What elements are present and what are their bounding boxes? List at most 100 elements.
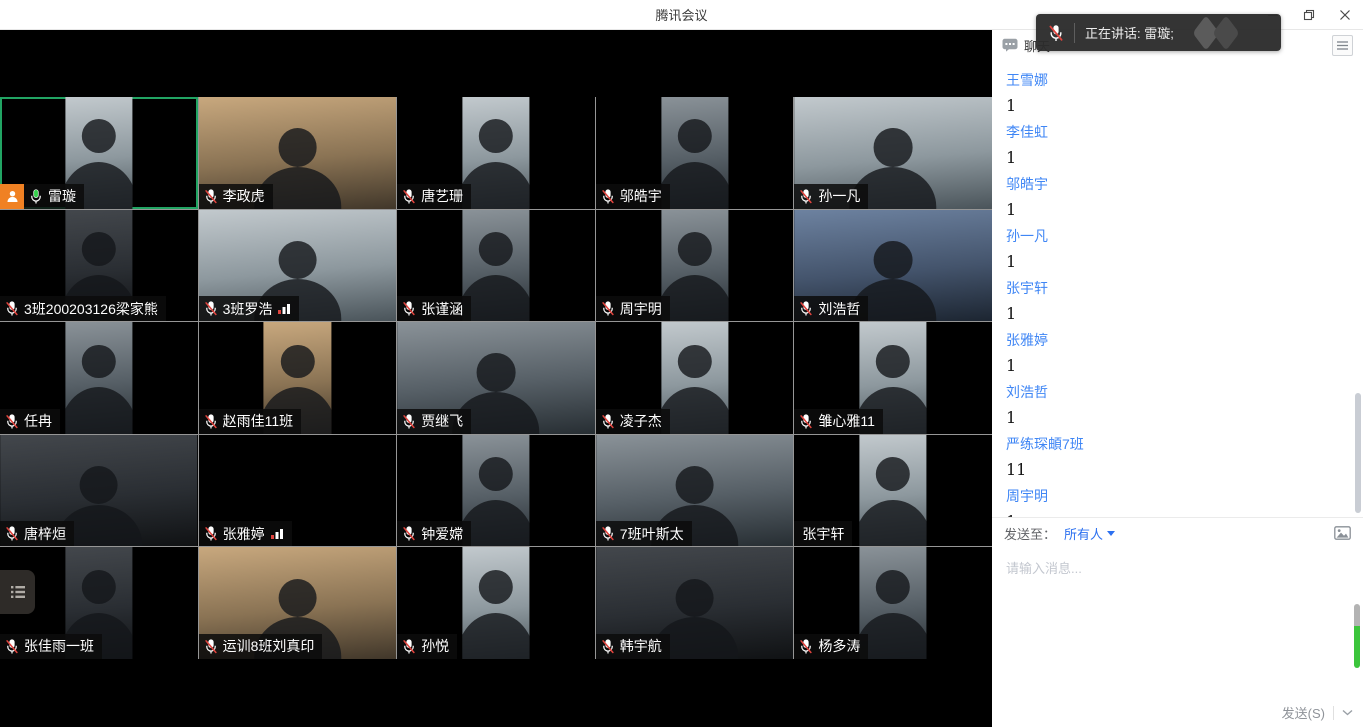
participant-video bbox=[661, 97, 728, 209]
mic-muted-icon bbox=[402, 413, 416, 430]
chat-message-sender: 王雪娜 bbox=[1006, 73, 1349, 87]
mic-muted-icon bbox=[402, 188, 416, 205]
participant-video bbox=[661, 322, 728, 434]
video-tile[interactable]: 雏心雅11 bbox=[794, 322, 992, 434]
participant-name: 运训8班刘真印 bbox=[223, 636, 315, 656]
restore-icon bbox=[1303, 9, 1315, 21]
participant-label: 韩宇航 bbox=[596, 634, 670, 659]
participant-nametag: 凌子杰 bbox=[596, 409, 670, 434]
message-input[interactable] bbox=[992, 548, 1349, 698]
participant-label: 唐艺珊 bbox=[397, 184, 471, 209]
video-tile[interactable]: 贾继飞 bbox=[397, 322, 595, 434]
mic-muted-icon bbox=[799, 638, 813, 655]
chat-scrollbar-thumb[interactable] bbox=[1355, 393, 1361, 513]
chat-bubble-icon bbox=[1002, 38, 1018, 52]
mic-muted-icon bbox=[799, 413, 813, 430]
video-tile[interactable]: 孙一凡 bbox=[794, 97, 992, 209]
video-tile[interactable]: 唐梓烜 bbox=[0, 435, 198, 547]
video-tile[interactable]: 7班叶斯太 bbox=[596, 435, 794, 547]
chat-message-sender: 张宇轩 bbox=[1006, 281, 1349, 295]
send-button[interactable]: 发送(S) bbox=[1282, 703, 1325, 722]
mic-muted-icon bbox=[204, 525, 218, 542]
participant-nametag: 韩宇航 bbox=[596, 634, 670, 659]
restore-button[interactable] bbox=[1291, 0, 1327, 29]
participant-nametag: 唐梓烜 bbox=[0, 521, 74, 546]
speaking-toast: 正在讲话: 雷璇; bbox=[1036, 14, 1281, 51]
mic-muted-icon bbox=[1048, 24, 1064, 42]
participant-name: 3班200203126梁家熊 bbox=[24, 299, 158, 319]
participant-nametag: 任冉 bbox=[0, 409, 60, 434]
participant-nametag: 雷璇 bbox=[24, 184, 84, 209]
send-to-label: 发送至： bbox=[1004, 524, 1056, 543]
participant-nametag: 邬皓宇 bbox=[596, 184, 670, 209]
participant-name: 李政虎 bbox=[223, 186, 265, 206]
participant-video bbox=[65, 322, 132, 434]
participant-nametag: 赵雨佳11班 bbox=[199, 409, 302, 434]
participant-label: 任冉 bbox=[0, 409, 60, 434]
participant-nametag: 张雅婷 bbox=[199, 521, 292, 546]
send-image-button[interactable] bbox=[1334, 526, 1351, 540]
input-scrollbar-thumb[interactable] bbox=[1354, 604, 1360, 668]
video-tile[interactable]: 凌子杰 bbox=[596, 322, 794, 434]
chat-message-sender: 李佳虹 bbox=[1006, 125, 1349, 139]
video-tile[interactable]: 3班200203126梁家熊 bbox=[0, 210, 198, 322]
participant-label: 贾继飞 bbox=[397, 409, 471, 434]
participant-name: 7班叶斯太 bbox=[620, 524, 684, 544]
video-tile[interactable]: 刘浩哲 bbox=[794, 210, 992, 322]
participant-name: 张谨涵 bbox=[421, 299, 463, 319]
hamburger-icon bbox=[1336, 40, 1349, 51]
participant-nametag: 孙悦 bbox=[397, 634, 457, 659]
send-to-dropdown[interactable]: 所有人 bbox=[1064, 524, 1115, 543]
participant-label: 雏心雅11 bbox=[794, 409, 883, 434]
video-tile[interactable]: 钟爱嫦 bbox=[397, 435, 595, 547]
participant-label: 周宇明 bbox=[596, 296, 670, 321]
video-tile[interactable]: 张谨涵 bbox=[397, 210, 595, 322]
main-area: 雷璇 李政虎 唐艺珊 bbox=[0, 30, 1363, 727]
participant-nametag: 雏心雅11 bbox=[794, 409, 883, 434]
list-view-icon bbox=[9, 583, 27, 601]
chat-message: 刘浩哲 1 bbox=[1006, 385, 1349, 426]
video-area: 雷璇 李政虎 唐艺珊 bbox=[0, 30, 992, 727]
video-tile[interactable]: 李政虎 bbox=[199, 97, 397, 209]
mic-active-icon bbox=[29, 188, 43, 205]
participant-name: 3班罗浩 bbox=[223, 299, 273, 319]
member-list-button[interactable] bbox=[0, 570, 35, 614]
participant-label: 唐梓烜 bbox=[0, 521, 74, 546]
participant-label: 运训8班刘真印 bbox=[199, 634, 323, 659]
chat-menu-button[interactable] bbox=[1332, 35, 1353, 56]
video-tile[interactable]: 孙悦 bbox=[397, 547, 595, 659]
video-tile[interactable]: 赵雨佳11班 bbox=[199, 322, 397, 434]
participant-nametag: 张佳雨一班 bbox=[0, 634, 102, 659]
video-tile[interactable]: 运训8班刘真印 bbox=[199, 547, 397, 659]
video-tile[interactable]: 任冉 bbox=[0, 322, 198, 434]
person-silhouette bbox=[65, 345, 132, 434]
video-tile[interactable]: 张宇轩 bbox=[794, 435, 992, 547]
video-tile[interactable]: 杨多涛 bbox=[794, 547, 992, 659]
mic-muted-icon bbox=[601, 413, 615, 430]
participant-label: 3班罗浩 bbox=[199, 296, 300, 321]
send-options-chevron-icon[interactable] bbox=[1342, 709, 1353, 716]
participant-label: 3班200203126梁家熊 bbox=[0, 296, 166, 321]
participant-name: 张雅婷 bbox=[223, 524, 265, 544]
chat-message-text: 1 bbox=[1006, 358, 1349, 374]
mic-muted-icon bbox=[204, 413, 218, 430]
close-button[interactable] bbox=[1327, 0, 1363, 29]
footer-divider bbox=[1333, 706, 1334, 720]
video-tile[interactable]: 张雅婷 bbox=[199, 435, 397, 547]
video-tile[interactable]: 雷璇 bbox=[0, 97, 198, 209]
video-tile[interactable]: 邬皓宇 bbox=[596, 97, 794, 209]
chat-message-sender: 刘浩哲 bbox=[1006, 385, 1349, 399]
video-tile[interactable]: 唐艺珊 bbox=[397, 97, 595, 209]
participant-video bbox=[860, 547, 927, 659]
video-tile[interactable]: 3班罗浩 bbox=[199, 210, 397, 322]
video-tile[interactable]: 韩宇航 bbox=[596, 547, 794, 659]
chat-message-sender: 邬皓宇 bbox=[1006, 177, 1349, 191]
mic-muted-icon bbox=[402, 525, 416, 542]
chat-message: 邬皓宇 1 bbox=[1006, 177, 1349, 218]
video-tile[interactable]: 周宇明 bbox=[596, 210, 794, 322]
person-silhouette bbox=[462, 457, 529, 546]
chevron-down-icon bbox=[1107, 531, 1115, 536]
chat-message: 李佳虹 1 bbox=[1006, 125, 1349, 166]
person-silhouette bbox=[462, 119, 529, 208]
chat-message-text: 1 bbox=[1006, 98, 1349, 114]
